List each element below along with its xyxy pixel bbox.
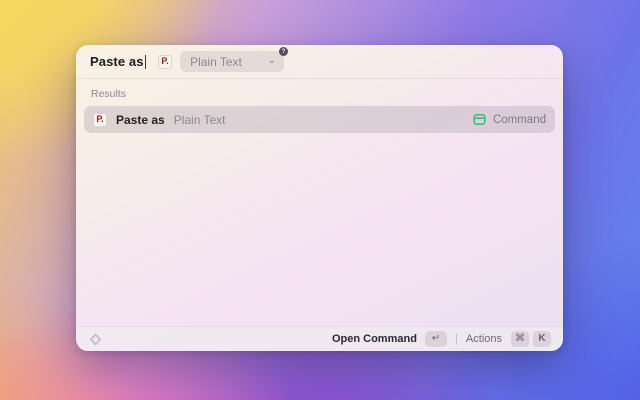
paste-as-plain-text-icon: P. (158, 54, 173, 69)
cmd-key-icon: ⌘ (511, 331, 529, 347)
open-command-button[interactable]: Open Command (332, 333, 417, 345)
footer-action-bar: Open Command ↵ Actions ⌘ K (76, 326, 563, 351)
result-title: Paste as (116, 112, 165, 127)
argument-dropdown-value: Plain Text (190, 54, 242, 69)
result-type-badge: Command (492, 113, 546, 126)
results-empty-area (76, 133, 563, 326)
results-section-label: Results (91, 88, 127, 100)
search-header: Paste as P. Plain Text ⌄ ? (76, 45, 563, 78)
argument-dropdown[interactable]: Plain Text ⌄ ? (180, 47, 289, 72)
launcher-window: Paste as P. Plain Text ⌄ ? Results P. Pa… (76, 45, 563, 351)
search-input[interactable]: Paste as (90, 54, 144, 69)
result-subtitle: Plain Text (173, 112, 226, 127)
argument-help-badge: ? (279, 47, 289, 56)
raycast-logo-icon (89, 333, 102, 345)
result-row-paste-as-plain-text[interactable]: P. Paste as Plain Text Command (84, 106, 555, 133)
footer-divider (455, 333, 457, 345)
k-key-icon: K (533, 331, 551, 347)
return-key-icon: ↵ (424, 331, 447, 347)
actions-button[interactable]: Actions (466, 333, 502, 345)
chevron-down-icon: ⌄ (267, 54, 277, 66)
paste-as-plain-text-icon: P. (93, 112, 107, 127)
text-cursor (144, 54, 147, 69)
command-window-icon (473, 114, 486, 125)
